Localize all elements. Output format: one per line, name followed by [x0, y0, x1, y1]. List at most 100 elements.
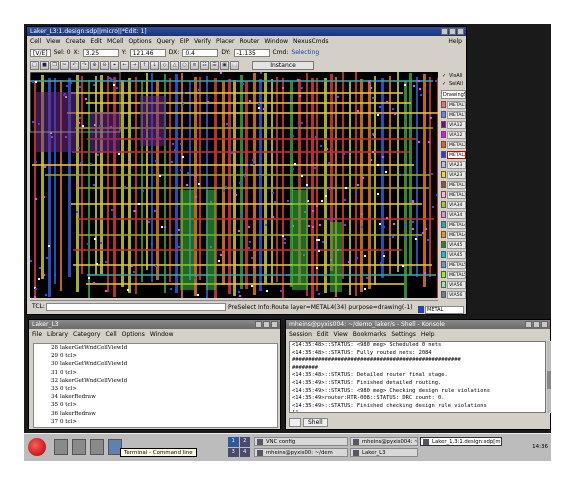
left-tool-icon[interactable]: ←: [120, 60, 129, 70]
box-tool-icon[interactable]: ▣: [220, 60, 229, 70]
layer-row[interactable]: VIA12: [441, 130, 466, 139]
layer-row[interactable]: METAL4: [441, 220, 466, 229]
l3-menu-window[interactable]: Window: [150, 330, 174, 339]
layout-canvas[interactable]: [30, 72, 438, 298]
l3-menu-cell[interactable]: Cell: [105, 330, 116, 339]
layer-row[interactable]: METAL5: [441, 270, 466, 279]
down-tool-icon[interactable]: ↓: [150, 60, 159, 70]
menu-query[interactable]: Query: [157, 37, 175, 46]
workspace-2[interactable]: 2: [239, 437, 250, 447]
grid-tool-icon[interactable]: ☷: [200, 60, 209, 70]
minimize-icon[interactable]: [441, 28, 448, 35]
instance-button[interactable]: Instance: [252, 60, 314, 70]
list-tool-icon[interactable]: ☰: [210, 60, 219, 70]
y-coordinate-field[interactable]: 121.46: [129, 48, 166, 57]
menu-nexuscmds[interactable]: NexusCmds: [293, 37, 329, 46]
workspace-3[interactable]: 3: [228, 447, 239, 457]
konsole-menu-settings[interactable]: Settings: [391, 330, 416, 339]
task-terminal-1[interactable]: mheins@pyxis004: ~/dem: [350, 437, 418, 446]
layer-swatch[interactable]: [441, 231, 446, 238]
x-coordinate-field[interactable]: 3.25: [82, 48, 119, 57]
konsole-menu-help[interactable]: Help: [421, 330, 435, 339]
layer-row[interactable]: VIA12: [441, 120, 466, 129]
layer-swatch[interactable]: [441, 161, 446, 168]
layer-row[interactable]: METAL3: [441, 180, 466, 189]
konsole-titlebar[interactable]: mheins@pyxis004: ~/demo_laker/s - Shell …: [286, 320, 550, 329]
layer-row[interactable]: VIA45: [441, 240, 466, 249]
launcher-icon-1[interactable]: [54, 439, 68, 455]
up-tool-icon[interactable]: ↑: [140, 60, 149, 70]
layout-drawing[interactable]: [30, 72, 438, 298]
layer-swatch[interactable]: [441, 171, 446, 178]
maximize-icon[interactable]: [449, 28, 456, 35]
main-window-titlebar[interactable]: Laker_L3:1.design:sdp||micro||*Edit: 1]: [27, 27, 466, 36]
menu-window[interactable]: Window: [264, 37, 288, 46]
menu-placer[interactable]: Placer: [216, 37, 234, 46]
konsole-terminal-output[interactable]: <14:35:48>::STATUS: <980 meg> Scheduled …: [289, 341, 546, 413]
layer-row[interactable]: VIA23: [441, 170, 466, 179]
layer-swatch[interactable]: [441, 151, 446, 158]
konsole-menu-bookmarks[interactable]: Bookmarks: [353, 330, 387, 339]
layer-swatch[interactable]: [441, 271, 446, 278]
l3-menu-category[interactable]: Category: [73, 330, 100, 339]
launcher-icon-2[interactable]: [72, 439, 86, 455]
drawing-set-select[interactable]: DrawingSet: [441, 90, 466, 99]
task-terminal-2[interactable]: mheins@pyxis00: ~/dem: [254, 448, 348, 457]
workspace-4[interactable]: 4: [239, 447, 250, 457]
tcl-console-output[interactable]: 28 lakerGetWndCellViewId 29 0 tcl> 30 lakerGe…: [33, 343, 278, 428]
layer-swatch[interactable]: [441, 261, 446, 268]
layer-row[interactable]: VIA56: [441, 280, 466, 289]
layer-swatch[interactable]: [441, 241, 446, 248]
dy-field[interactable]: -1.135: [233, 48, 270, 57]
menu-edit[interactable]: Edit: [90, 37, 102, 46]
shell-tab[interactable]: Shell: [303, 417, 328, 427]
menu-cell[interactable]: Cell: [30, 37, 41, 46]
layer-row[interactable]: VIA45: [441, 250, 466, 259]
menu-view[interactable]: View: [46, 37, 60, 46]
layer-swatch[interactable]: [441, 121, 446, 128]
layer-swatch[interactable]: [441, 281, 446, 288]
menu-create[interactable]: Create: [65, 37, 85, 46]
layer-row[interactable]: METAL5: [441, 260, 466, 269]
maximize-icon[interactable]: [533, 321, 540, 328]
l3-titlebar[interactable]: Laker_L3: [29, 320, 280, 329]
layer-row[interactable]: VIA34: [441, 210, 466, 219]
konsole-menu-view[interactable]: View: [334, 330, 348, 339]
dx-field[interactable]: 0.4: [182, 48, 219, 57]
minimize-icon[interactable]: [255, 321, 262, 328]
layer-swatch[interactable]: [441, 141, 446, 148]
task-laker-l3[interactable]: Laker_L3: [350, 448, 418, 457]
menu-help[interactable]: Help: [448, 37, 462, 46]
minimize-icon[interactable]: [525, 321, 532, 328]
right-tool-icon[interactable]: →: [130, 60, 139, 70]
close-icon[interactable]: [271, 321, 278, 328]
copy-tool-icon[interactable]: ❐: [50, 60, 59, 70]
layer-row[interactable]: METAL1: [441, 100, 466, 109]
zoom-out-tool-icon[interactable]: ⊖: [100, 60, 109, 70]
launcher-icon-3[interactable]: [90, 439, 104, 455]
current-layer-name[interactable]: METAL: [425, 305, 464, 314]
konsole-menu-session[interactable]: Session: [289, 330, 312, 339]
l3-menu-file[interactable]: File: [32, 330, 42, 339]
layer-row[interactable]: METAL3: [441, 190, 466, 199]
fill-tool-icon[interactable]: ■: [40, 60, 49, 70]
menu-mcell[interactable]: MCell: [107, 37, 123, 46]
close-icon[interactable]: [541, 321, 548, 328]
menu-tool-icon[interactable]: ≡: [190, 60, 199, 70]
menu-options[interactable]: Options: [128, 37, 151, 46]
diamond-tool-icon[interactable]: ◇: [160, 60, 169, 70]
l3-menu-options[interactable]: Options: [122, 330, 145, 339]
task-laker-design[interactable]: Laker_1.3:1.design:sdp[m: [420, 437, 502, 446]
layer-row[interactable]: VIA56: [441, 290, 466, 299]
frame-tool-icon[interactable]: ⬚: [230, 60, 239, 70]
layer-swatch[interactable]: [441, 251, 446, 258]
close-icon[interactable]: [457, 28, 464, 35]
layer-swatch[interactable]: [441, 291, 446, 298]
redo-tool-icon[interactable]: ↷: [80, 60, 89, 70]
layer-swatch[interactable]: [441, 111, 446, 118]
new-tab-icon[interactable]: [289, 417, 301, 427]
undo-tool-icon[interactable]: ↶: [70, 60, 79, 70]
menu-eip[interactable]: EIP: [180, 37, 189, 46]
l3-menu-library[interactable]: Library: [47, 330, 68, 339]
workspace-1[interactable]: 1: [228, 437, 239, 447]
